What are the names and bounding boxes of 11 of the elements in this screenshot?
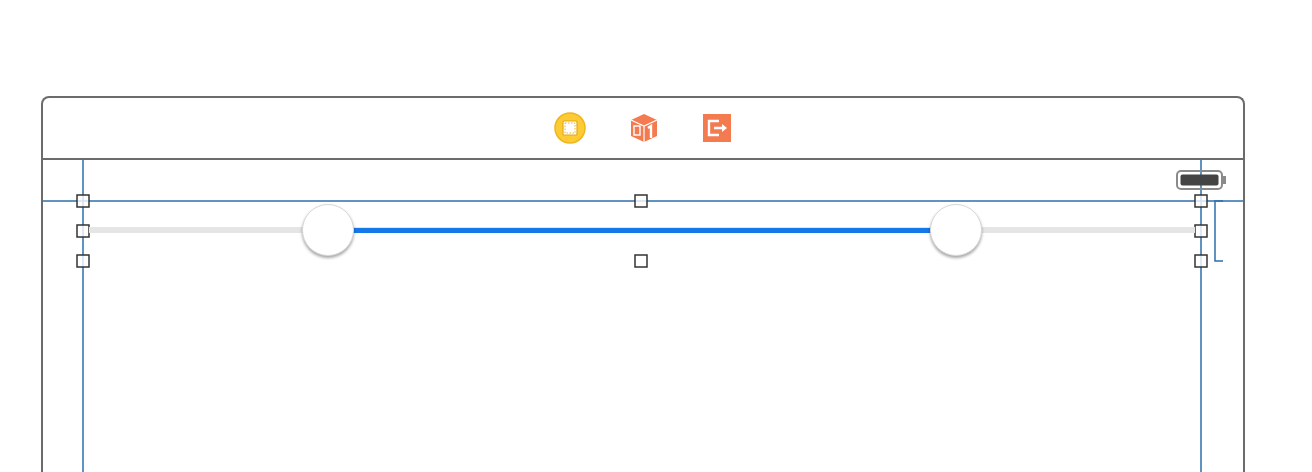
resize-handle[interactable] bbox=[76, 224, 90, 238]
slider-thumb[interactable] bbox=[930, 204, 983, 256]
resize-handle[interactable] bbox=[1194, 224, 1208, 238]
resize-handle[interactable] bbox=[1194, 254, 1208, 268]
exit-icon[interactable] bbox=[702, 113, 732, 143]
slider-thumb[interactable] bbox=[301, 204, 354, 256]
battery-icon bbox=[1176, 170, 1226, 190]
resize-handle[interactable] bbox=[76, 254, 90, 268]
cube-icon[interactable] bbox=[628, 112, 660, 144]
resize-handle[interactable] bbox=[76, 194, 90, 208]
resize-handle[interactable] bbox=[1194, 194, 1208, 208]
